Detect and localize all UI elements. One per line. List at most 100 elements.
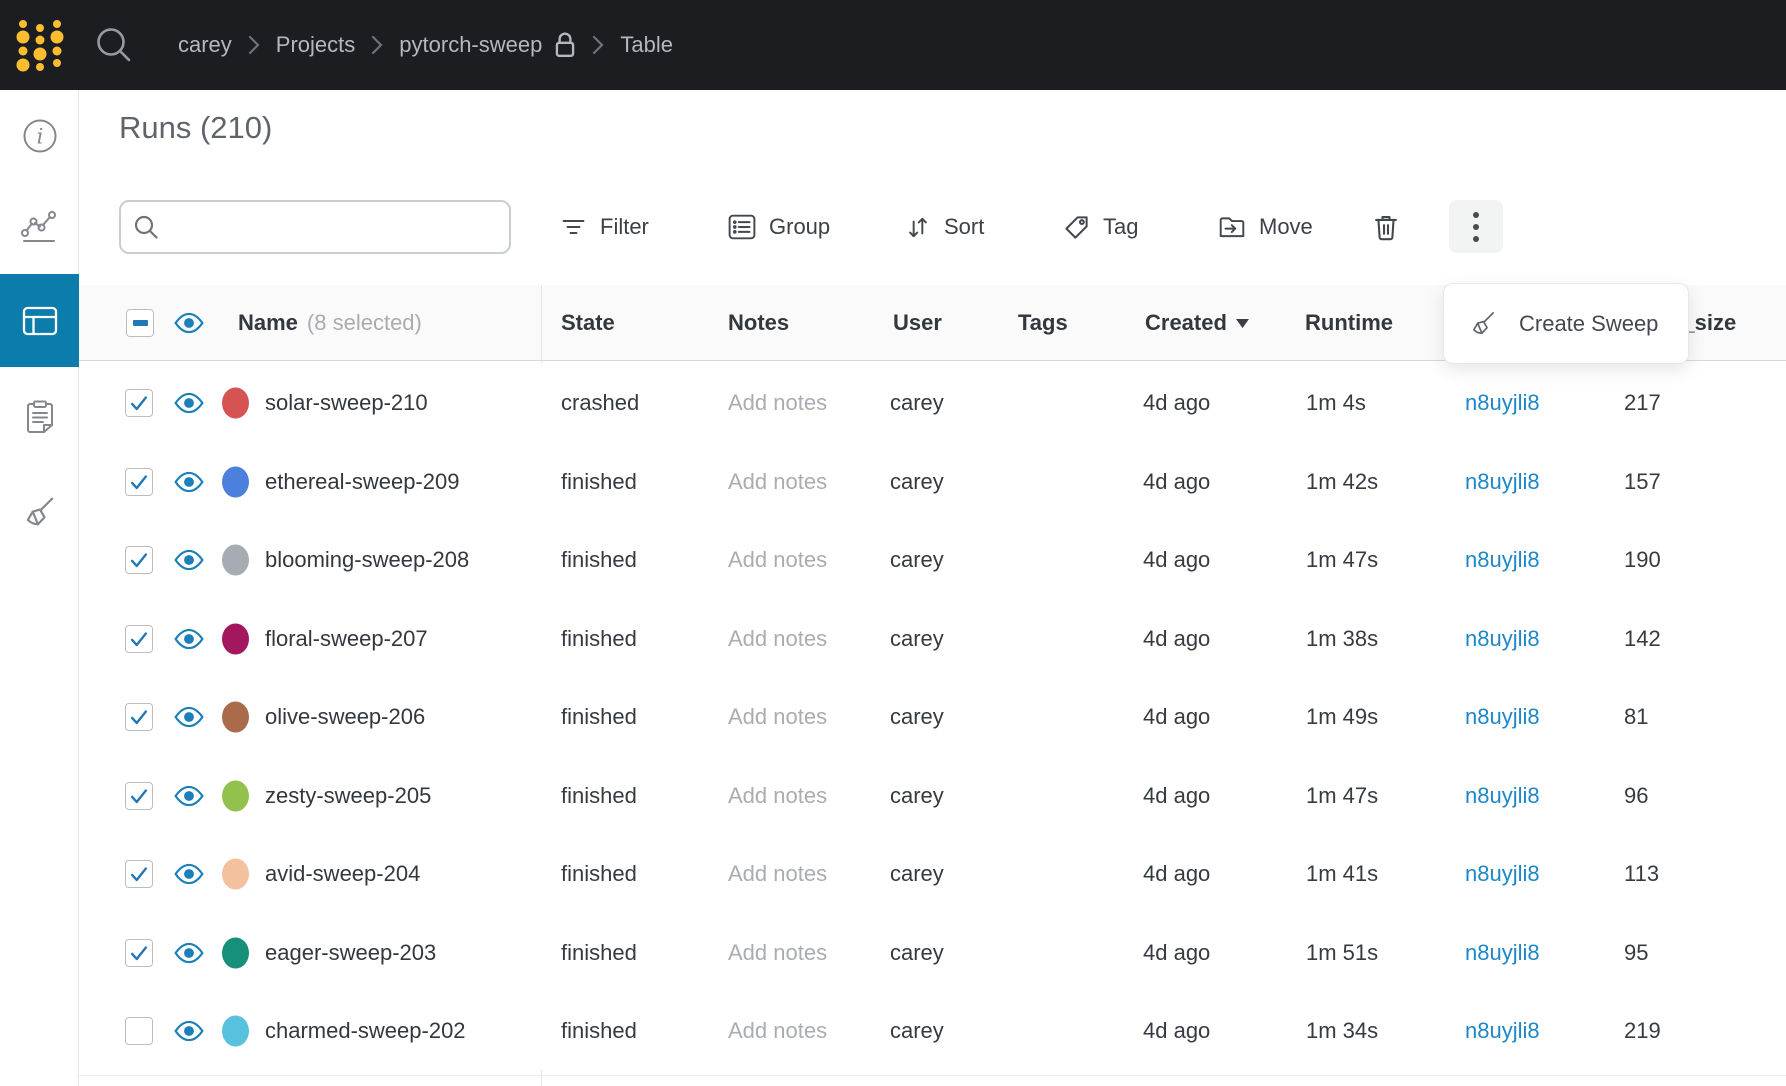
run-sweep-link[interactable]: n8uyjli8 xyxy=(1465,783,1540,809)
wandb-logo-icon[interactable] xyxy=(14,16,66,74)
run-runtime: 1m 38s xyxy=(1306,626,1378,652)
eye-icon[interactable] xyxy=(174,471,204,493)
column-header-tags[interactable]: Tags xyxy=(1018,310,1068,336)
eye-icon[interactable] xyxy=(174,785,204,807)
column-header-runtime[interactable]: Runtime xyxy=(1305,310,1393,336)
chevron-right-icon xyxy=(592,34,604,56)
move-button[interactable]: Move xyxy=(1218,200,1313,254)
eye-icon[interactable] xyxy=(174,628,204,650)
tag-button[interactable]: Tag xyxy=(1063,200,1138,254)
row-checkbox[interactable] xyxy=(125,625,153,653)
row-checkbox[interactable] xyxy=(125,782,153,810)
eye-icon[interactable] xyxy=(174,549,204,571)
eye-icon[interactable] xyxy=(174,1020,204,1042)
filter-button[interactable]: Filter xyxy=(560,200,649,254)
toggle-visibility-all-eye-icon[interactable] xyxy=(174,312,204,334)
run-name-link[interactable]: ethereal-sweep-209 xyxy=(265,469,459,495)
row-checkbox[interactable] xyxy=(125,860,153,888)
eye-icon[interactable] xyxy=(174,942,204,964)
run-size-value: 113 xyxy=(1624,861,1659,887)
run-name-link[interactable]: avid-sweep-204 xyxy=(265,861,420,887)
sidebar-item-overview[interactable]: i xyxy=(0,118,79,154)
checkmark-icon xyxy=(128,549,150,571)
eye-icon[interactable] xyxy=(174,863,204,885)
row-checkbox[interactable] xyxy=(125,939,153,967)
row-checkbox[interactable] xyxy=(125,1017,153,1045)
run-notes-placeholder[interactable]: Add notes xyxy=(728,940,827,966)
row-checkbox[interactable] xyxy=(125,389,153,417)
runs-table-icon xyxy=(22,306,58,336)
run-name-link[interactable]: blooming-sweep-208 xyxy=(265,547,469,573)
delete-button[interactable] xyxy=(1372,200,1400,254)
column-header-created[interactable]: Created xyxy=(1145,310,1249,336)
group-label: Group xyxy=(769,214,830,240)
breadcrumb-table[interactable]: Table xyxy=(620,32,673,58)
run-color-dot xyxy=(222,858,249,889)
run-name-link[interactable]: floral-sweep-207 xyxy=(265,626,428,652)
run-name-link[interactable]: olive-sweep-206 xyxy=(265,704,425,730)
search-icon xyxy=(133,214,160,241)
runs-search-box[interactable] xyxy=(119,200,511,254)
run-notes-placeholder[interactable]: Add notes xyxy=(728,626,827,652)
run-color-dot xyxy=(222,466,249,497)
run-notes-placeholder[interactable]: Add notes xyxy=(728,1018,827,1044)
run-created: 4d ago xyxy=(1143,704,1210,730)
run-sweep-link[interactable]: n8uyjli8 xyxy=(1465,940,1540,966)
name-header-label: Name xyxy=(238,310,298,335)
run-sweep-link[interactable]: n8uyjli8 xyxy=(1465,1018,1540,1044)
column-header-name[interactable]: Name(8 selected) xyxy=(238,310,422,336)
select-all-checkbox[interactable] xyxy=(126,309,154,337)
run-notes-placeholder[interactable]: Add notes xyxy=(728,469,827,495)
sidebar-item-reports[interactable] xyxy=(0,399,79,435)
run-notes-placeholder[interactable]: Add notes xyxy=(728,783,827,809)
row-checkbox[interactable] xyxy=(125,468,153,496)
run-sweep-link[interactable]: n8uyjli8 xyxy=(1465,469,1540,495)
column-header-user[interactable]: User xyxy=(893,310,942,336)
breadcrumb-projects[interactable]: Projects xyxy=(276,32,355,58)
run-sweep-link[interactable]: n8uyjli8 xyxy=(1465,390,1540,416)
group-button[interactable]: Group xyxy=(728,200,830,254)
run-sweep-link[interactable]: n8uyjli8 xyxy=(1465,861,1540,887)
breadcrumb-user[interactable]: carey xyxy=(178,32,232,58)
created-header-label: Created xyxy=(1145,310,1227,335)
run-sweep-link[interactable]: n8uyjli8 xyxy=(1465,547,1540,573)
sort-button[interactable]: Sort xyxy=(905,200,984,254)
run-sweep-link[interactable]: n8uyjli8 xyxy=(1465,704,1540,730)
sidebar-item-charts[interactable] xyxy=(0,210,79,246)
run-sweep-link[interactable]: n8uyjli8 xyxy=(1465,626,1540,652)
eye-icon[interactable] xyxy=(174,706,204,728)
run-name-link[interactable]: charmed-sweep-202 xyxy=(265,1018,466,1044)
run-runtime: 1m 4s xyxy=(1306,390,1366,416)
run-name-link[interactable]: zesty-sweep-205 xyxy=(265,783,431,809)
checkmark-icon xyxy=(128,471,150,493)
breadcrumb-project[interactable]: pytorch-sweep xyxy=(399,32,542,58)
clipboard-icon xyxy=(23,399,57,435)
run-color-dot xyxy=(222,701,249,732)
run-notes-placeholder[interactable]: Add notes xyxy=(728,547,827,573)
column-header-notes[interactable]: Notes xyxy=(728,310,789,336)
move-to-folder-icon xyxy=(1218,214,1246,240)
run-color-dot xyxy=(222,937,249,968)
run-created: 4d ago xyxy=(1143,547,1210,573)
column-header-state[interactable]: State xyxy=(561,310,615,336)
lock-icon xyxy=(554,31,576,59)
run-state: finished xyxy=(561,783,637,809)
sidebar-item-sweeps[interactable] xyxy=(0,495,79,529)
row-checkbox[interactable] xyxy=(125,546,153,574)
sidebar-item-runs-table[interactable] xyxy=(0,274,79,367)
run-name-link[interactable]: eager-sweep-203 xyxy=(265,940,436,966)
eye-icon[interactable] xyxy=(174,392,204,414)
create-sweep-menu-item[interactable]: Create Sweep xyxy=(1443,283,1689,364)
search-input[interactable] xyxy=(170,213,497,241)
more-actions-button[interactable] xyxy=(1449,200,1503,253)
info-icon: i xyxy=(22,118,58,154)
run-notes-placeholder[interactable]: Add notes xyxy=(728,704,827,730)
row-checkbox[interactable] xyxy=(125,703,153,731)
run-notes-placeholder[interactable]: Add notes xyxy=(728,861,827,887)
search-icon[interactable] xyxy=(94,25,134,65)
chevron-right-icon xyxy=(371,34,383,56)
run-notes-placeholder[interactable]: Add notes xyxy=(728,390,827,416)
run-name-link[interactable]: solar-sweep-210 xyxy=(265,390,428,416)
run-user: carey xyxy=(890,547,944,573)
checkmark-icon xyxy=(128,628,150,650)
